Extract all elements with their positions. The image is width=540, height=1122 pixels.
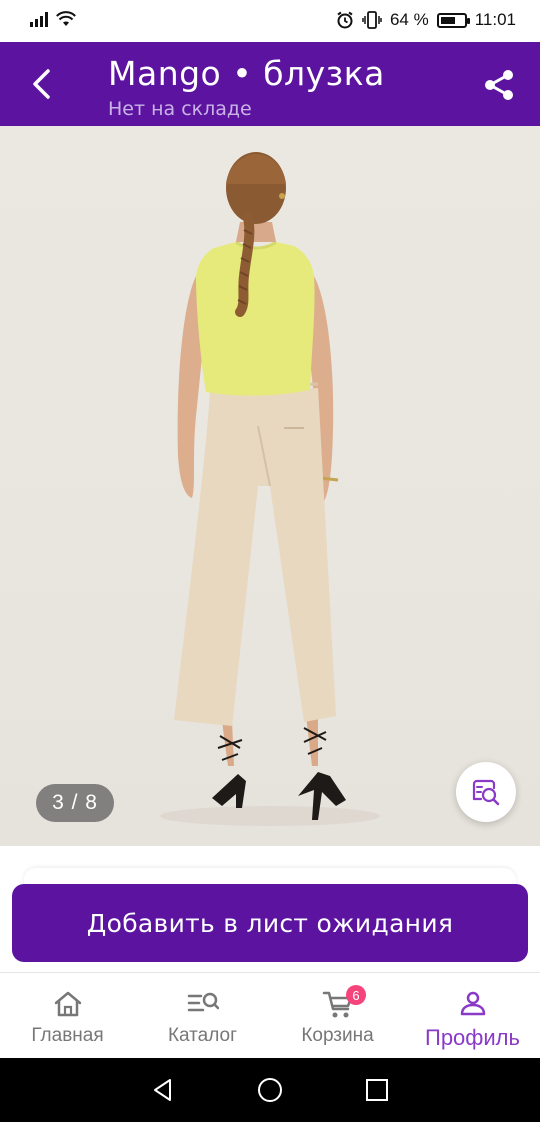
share-icon <box>485 70 513 100</box>
nav-label-home: Главная <box>31 1025 104 1046</box>
app-header: Mango • блузка Нет на складе <box>0 42 540 126</box>
stock-status: Нет на складе <box>108 98 252 120</box>
nav-label-cart: Корзина <box>301 1025 374 1046</box>
arrow-back-icon <box>33 69 50 99</box>
system-nav-bar <box>0 1058 540 1122</box>
share-button[interactable] <box>480 66 518 104</box>
signal-icon <box>30 11 48 27</box>
home-icon <box>54 991 81 1017</box>
nav-item-profile[interactable]: Профиль <box>405 973 540 1058</box>
back-button[interactable] <box>22 64 62 104</box>
product-image[interactable]: 3 / 8 <box>0 126 540 846</box>
bottom-nav: Главная Каталог 6 Корзина Профиль <box>0 972 540 1058</box>
image-counter: 3 / 8 <box>36 784 114 822</box>
vibrate-icon <box>362 11 382 29</box>
system-home-icon[interactable] <box>256 1076 284 1104</box>
cart-count-badge: 6 <box>346 985 366 1005</box>
battery-percent: 64 % <box>389 10 429 29</box>
nav-item-cart[interactable]: 6 Корзина <box>270 973 405 1058</box>
catalog-search-icon <box>187 992 219 1012</box>
status-left <box>30 11 76 27</box>
system-back-icon[interactable] <box>150 1077 176 1103</box>
status-right: 64 % 11:01 <box>336 10 516 30</box>
nav-label-catalog: Каталог <box>167 1025 238 1046</box>
nav-item-catalog[interactable]: Каталог <box>135 973 270 1058</box>
nav-label-profile: Профиль <box>425 1025 520 1050</box>
visual-search-button[interactable] <box>456 762 516 822</box>
page-title: Mango • блузка <box>108 54 385 93</box>
system-recents-icon[interactable] <box>364 1077 390 1103</box>
add-to-waitlist-button[interactable]: Добавить в лист ожидания <box>12 884 528 962</box>
wifi-icon <box>56 11 76 26</box>
product-photo-model <box>160 152 380 826</box>
status-bar: 64 % 11:01 <box>0 0 540 42</box>
battery-level-fill <box>440 16 455 24</box>
alarm-icon <box>337 11 353 29</box>
nav-item-home[interactable]: Главная <box>0 973 135 1058</box>
visual-search-icon <box>472 779 500 806</box>
clock: 11:01 <box>474 10 516 29</box>
battery-icon <box>436 12 470 28</box>
profile-icon <box>460 991 485 1016</box>
